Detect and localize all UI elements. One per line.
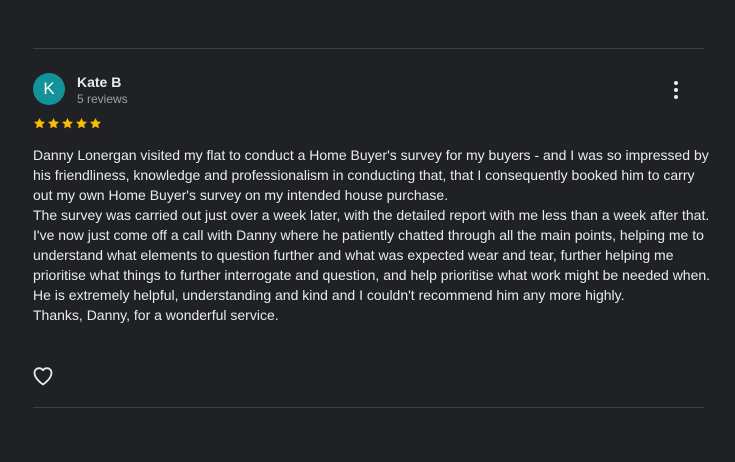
top-divider xyxy=(33,48,704,49)
review-count: 5 reviews xyxy=(77,92,128,106)
more-options-button[interactable] xyxy=(664,78,688,102)
reviewer-name[interactable]: Kate B xyxy=(77,74,121,90)
like-button[interactable] xyxy=(31,364,55,388)
review-text: Danny Lonergan visited my flat to conduc… xyxy=(33,145,713,325)
star-icon xyxy=(89,117,102,129)
heart-outline-icon xyxy=(33,367,53,386)
review-paragraph: Thanks, Danny, for a wonderful service. xyxy=(33,307,279,323)
star-icon xyxy=(33,117,46,129)
star-icon xyxy=(47,117,60,129)
review-paragraph: Danny Lonergan visited my flat to conduc… xyxy=(33,147,709,203)
star-icon xyxy=(75,117,88,129)
bottom-divider xyxy=(33,407,704,408)
avatar[interactable]: K xyxy=(33,73,65,105)
more-vert-icon xyxy=(674,81,678,99)
star-icon xyxy=(61,117,74,129)
star-rating xyxy=(33,117,102,130)
review-paragraph: He is extremely helpful, understanding a… xyxy=(33,287,625,303)
review-paragraph: The survey was carried out just over a w… xyxy=(33,207,711,283)
